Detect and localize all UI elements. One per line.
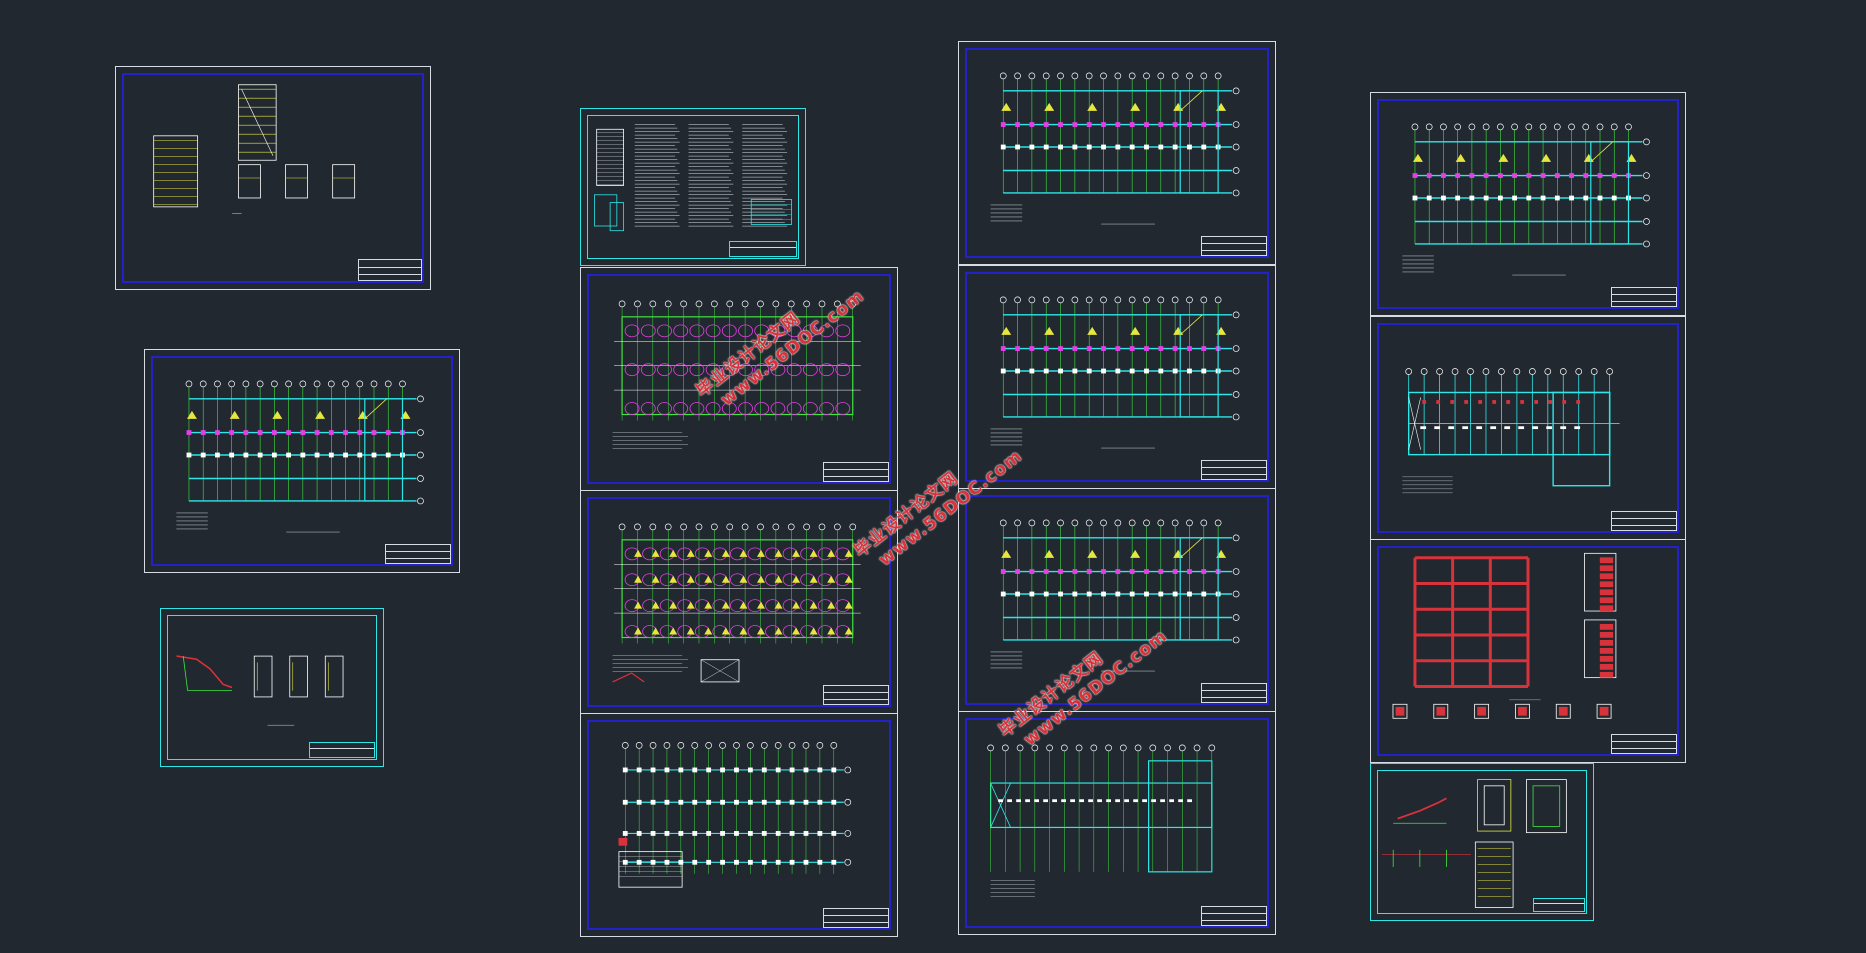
drawing-sheet-foundation-beam-plan[interactable] [580, 490, 898, 714]
drawing-sheet-stair-detail-small[interactable] [160, 608, 384, 767]
title-block [385, 544, 451, 564]
sheet-drawing [990, 72, 1240, 225]
title-block [309, 742, 375, 758]
title-block [1201, 906, 1267, 926]
title-block [823, 462, 889, 482]
sheet-drawing [987, 744, 1216, 897]
sheet-drawing [1402, 368, 1620, 494]
drawing-sheet-plan-right-top[interactable] [1370, 92, 1686, 316]
sheet-drawing [1382, 779, 1567, 908]
drawing-sheet-general-notes[interactable] [580, 108, 806, 266]
sheet-drawing [618, 742, 852, 888]
sheet-drawing [1402, 123, 1650, 276]
title-block [1201, 683, 1267, 703]
drawing-sheet-frame-elevation[interactable] [1370, 539, 1686, 763]
drawing-sheet-roof-plan[interactable] [958, 711, 1276, 935]
title-block [1611, 511, 1677, 531]
title-block [1611, 287, 1677, 307]
sheet-drawing [176, 380, 424, 533]
drawing-sheet-slab-plan[interactable] [1370, 316, 1686, 540]
title-block [1201, 460, 1267, 480]
drawing-sheet-column-layout[interactable] [580, 713, 898, 937]
drawing-sheet-stair-detail-right[interactable] [1370, 763, 1594, 921]
title-block [1201, 236, 1267, 256]
drawing-sheet-floor-plan-left[interactable] [144, 349, 460, 573]
title-block [823, 685, 889, 705]
sheet-drawing [612, 523, 861, 683]
title-block [358, 259, 422, 281]
drawing-sheet-plan-1[interactable] [958, 41, 1276, 265]
title-block [823, 908, 889, 928]
drawing-sheet-stair-sections[interactable] [115, 66, 431, 290]
sheet-drawing [153, 84, 356, 214]
title-block [1533, 898, 1585, 912]
sheet-drawing [1392, 552, 1617, 719]
title-block [729, 241, 797, 257]
title-block [1611, 734, 1677, 754]
